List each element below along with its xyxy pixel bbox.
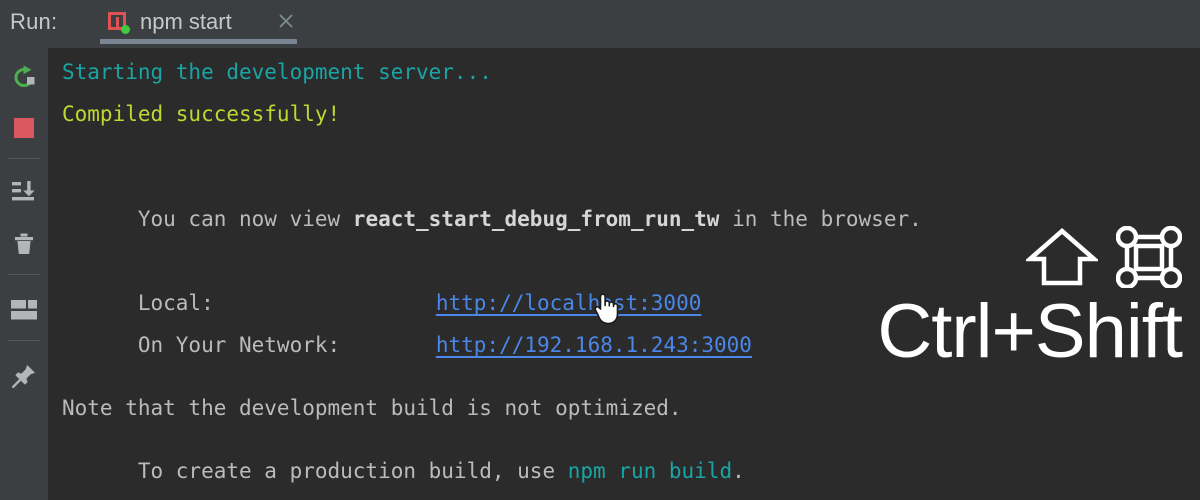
tab-npm-start[interactable]: npm start bbox=[80, 0, 317, 48]
run-tool-window: Run: npm start Starting the development … bbox=[0, 0, 1200, 500]
console-line-production: To create a production build, use npm ru… bbox=[62, 440, 745, 500]
rerun-button[interactable] bbox=[0, 56, 48, 104]
soft-wrap-button[interactable] bbox=[0, 288, 48, 336]
toolbar-separator bbox=[8, 158, 40, 159]
prod-suffix-text: . bbox=[732, 459, 745, 483]
react-run-config-icon bbox=[108, 12, 130, 34]
toolbar-separator bbox=[8, 274, 40, 275]
trash-icon bbox=[11, 231, 37, 262]
console-output[interactable]: Starting the development server... Compi… bbox=[48, 48, 1200, 500]
running-status-dot bbox=[121, 25, 130, 34]
layout-panes-icon bbox=[10, 298, 38, 327]
tab-label: npm start bbox=[140, 9, 232, 34]
active-tab-indicator bbox=[100, 39, 297, 44]
prod-command-text: npm run build bbox=[567, 459, 733, 483]
rerun-icon bbox=[11, 65, 37, 96]
console-line-note: Note that the development build is not o… bbox=[62, 396, 682, 420]
console-line-starting: Starting the development server... bbox=[62, 60, 492, 84]
view-prefix-text: You can now view bbox=[137, 207, 353, 231]
local-label: Local: bbox=[137, 291, 214, 315]
app-name-text: react_start_debug_from_run_tw bbox=[352, 207, 720, 231]
scroll-to-end-icon bbox=[10, 178, 38, 211]
pin-icon bbox=[10, 362, 38, 395]
stop-square-icon bbox=[12, 116, 36, 145]
network-url-link[interactable]: http://192.168.1.243:3000 bbox=[436, 333, 752, 357]
run-tool-window-header: Run: npm start bbox=[0, 0, 1200, 48]
pin-tab-button[interactable] bbox=[0, 354, 48, 402]
run-label: Run: bbox=[10, 9, 58, 34]
network-label: On Your Network: bbox=[137, 333, 341, 357]
close-icon[interactable] bbox=[277, 12, 295, 30]
local-url-link[interactable]: http://localhost:3000 bbox=[436, 291, 702, 315]
console-line-compiled: Compiled successfully! bbox=[62, 102, 341, 126]
scroll-to-end-button[interactable] bbox=[0, 170, 48, 218]
stop-button[interactable] bbox=[0, 106, 48, 154]
clear-all-button[interactable] bbox=[0, 222, 48, 270]
console-line-network: On Your Network: http://192.168.1.243:300… bbox=[62, 314, 752, 377]
toolbar-separator bbox=[8, 340, 40, 341]
view-suffix-text: in the browser. bbox=[719, 207, 922, 231]
console-line-view-app: You can now view react_start_debug_from_… bbox=[62, 188, 922, 251]
run-toolbar bbox=[0, 48, 48, 500]
prod-prefix-text: To create a production build, use bbox=[137, 459, 568, 483]
